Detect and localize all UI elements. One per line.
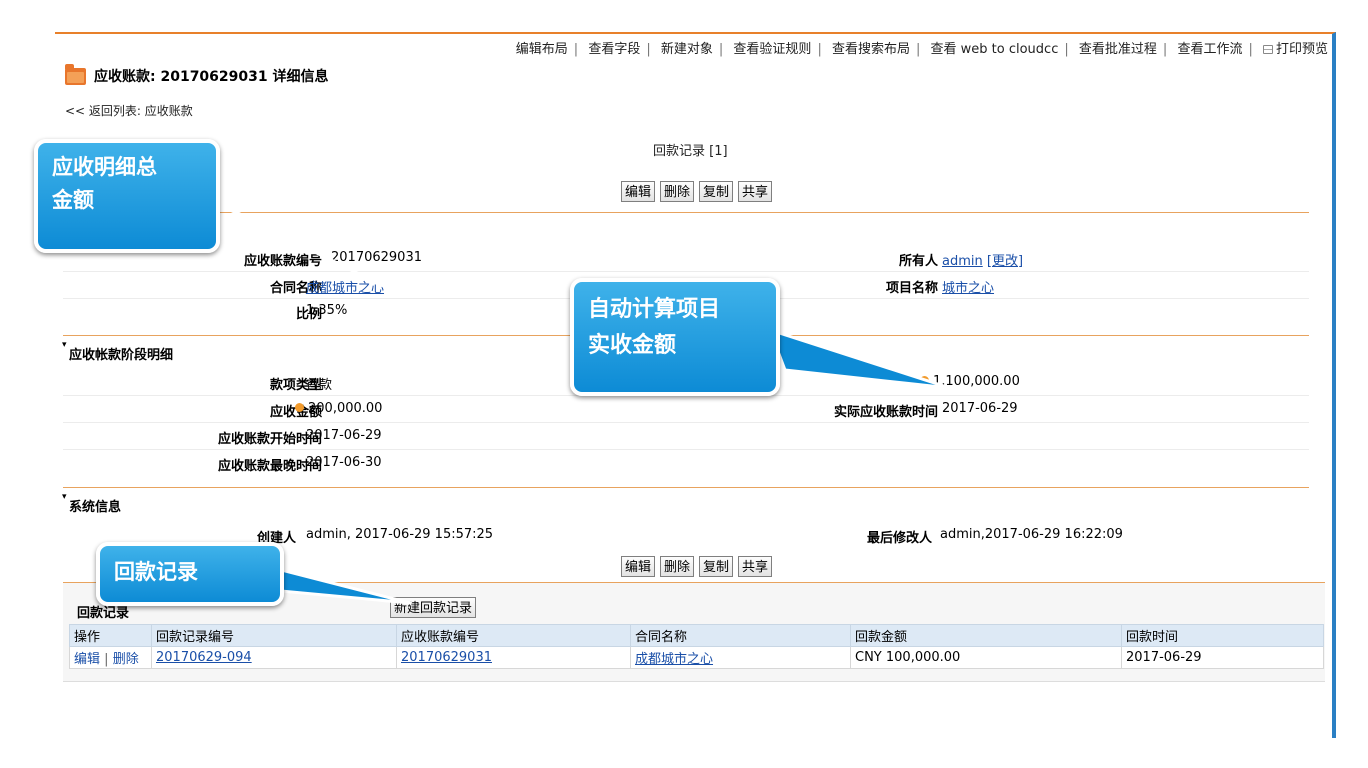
bottom-button-row: 编辑 删除 复制 共享 (621, 556, 773, 577)
row-divider (63, 271, 1309, 272)
row-delete-link[interactable]: 删除 (113, 652, 139, 667)
nav-view-workflow[interactable]: 查看工作流 (1177, 42, 1242, 57)
row-edit-link[interactable]: 编辑 (74, 652, 100, 667)
owner-link[interactable]: admin (942, 254, 983, 269)
ar-number-label: 应收账款编号 (243, 254, 322, 269)
col-date[interactable]: 回款时间 (1121, 624, 1324, 647)
row-divider (63, 449, 1309, 450)
modifier-label: 最后修改人 (866, 531, 932, 546)
table-row: 编辑 | 删除 20170629-094 20170629031 成都城市之心 … (69, 646, 1324, 669)
col-ar-number[interactable]: 应收账款编号 (396, 624, 631, 647)
copy-button[interactable]: 复制 (699, 556, 734, 577)
nav-new-object[interactable]: 新建对象 (661, 42, 713, 57)
nav-view-web-to-cloudcc[interactable]: 查看 web to cloudcc (931, 42, 1059, 57)
nav-view-validation[interactable]: 查看验证规则 (733, 42, 811, 57)
top-nav: 编辑布局 | 查看字段 | 新建对象 | 查看验证规则 | 查看搜索布局 | 查看 web… (515, 42, 1328, 57)
print-icon (1262, 45, 1273, 54)
info-icon[interactable] (295, 403, 304, 412)
row-amount: CNY 100,000.00 (850, 646, 1122, 669)
divider (63, 487, 1309, 488)
row-date: 2017-06-29 (1121, 646, 1324, 669)
row-divider (63, 422, 1309, 423)
edit-button[interactable]: 编辑 (621, 181, 656, 202)
callout-detail-total: 应收明细总 金额 (34, 139, 220, 253)
owner-change-link[interactable]: [更改] (987, 254, 1023, 269)
section-system-info[interactable]: 系统信息 (62, 492, 121, 515)
edit-button[interactable]: 编辑 (621, 556, 656, 577)
payment-records-table: 操作 回款记录编号 应收账款编号 合同名称 回款金额 回款时间 编辑 | 删除 … (69, 624, 1324, 669)
row-actions: 编辑 | 删除 (69, 646, 152, 669)
modifier-value: admin,2017-06-29 16:22:09 (940, 527, 1123, 542)
info-icon[interactable] (920, 376, 929, 385)
ratio-value: 1.35% (306, 303, 348, 318)
project-link[interactable]: 城市之心 (942, 281, 994, 296)
record-number-link[interactable]: 20170629-094 (156, 650, 252, 665)
owner-label: 所有人 (898, 254, 938, 269)
end-time-value: 2017-06-30 (306, 455, 382, 470)
ar-number-value: 20170629031 (331, 250, 422, 265)
creator-value: admin, 2017-06-29 15:57:25 (306, 527, 494, 542)
top-button-row: 编辑 删除 复制 共享 (621, 181, 773, 202)
nav-edit-layout[interactable]: 编辑布局 (516, 42, 568, 57)
share-button[interactable]: 共享 (738, 556, 773, 577)
back-to-list-link[interactable]: << 返回列表: 应收账款 (65, 102, 193, 119)
contract-link[interactable]: 成都城市之心 (635, 652, 713, 667)
project-value: 城市之心 (942, 277, 994, 296)
section-stage-details[interactable]: 应收帐款阶段明细 (62, 340, 173, 363)
copy-button[interactable]: 复制 (699, 181, 734, 202)
folder-icon (65, 63, 86, 85)
project-label: 项目名称 (885, 281, 938, 296)
share-button[interactable]: 共享 (738, 181, 773, 202)
contract-link[interactable]: 成都城市之心 (306, 281, 384, 296)
owner-value: admin [更改] (942, 250, 1023, 269)
nav-view-search-layout[interactable]: 查看搜索布局 (832, 42, 910, 57)
new-payment-record-button[interactable]: 新建回款记录 (390, 597, 477, 618)
delete-button[interactable]: 删除 (660, 181, 695, 202)
row-contract: 成都城市之心 (630, 646, 851, 669)
nav-print-preview[interactable]: 打印预览 (1276, 42, 1328, 57)
page-title: 应收账款: 20170629031 详细信息 (94, 69, 329, 85)
table-header-row: 操作 回款记录编号 应收账款编号 合同名称 回款金额 回款时间 (69, 624, 1324, 647)
row-record-number: 20170629-094 (151, 646, 397, 669)
col-amount[interactable]: 回款金额 (850, 624, 1122, 647)
actual-time-value: 2017-06-29 (942, 401, 1018, 416)
nav-view-fields[interactable]: 查看字段 (588, 42, 640, 57)
row-ar-number: 20170629031 (396, 646, 631, 669)
divider (63, 212, 1309, 213)
actual-amount-value: 1,100,000.00 (918, 374, 1020, 389)
contract-value: 成都城市之心 (306, 277, 384, 296)
related-payment-link[interactable]: 回款记录 [1] (653, 140, 728, 159)
col-record-number[interactable]: 回款记录编号 (151, 624, 397, 647)
payment-type-value: 首款 (306, 378, 333, 393)
actual-time-label: 实际应收账款时间 (833, 405, 938, 420)
ar-number-link[interactable]: 20170629031 (401, 650, 492, 665)
col-contract[interactable]: 合同名称 (630, 624, 851, 647)
delete-button[interactable]: 删除 (660, 556, 695, 577)
callout-payment-records: 回款记录 (96, 542, 284, 606)
start-time-value: 2017-06-29 (306, 428, 382, 443)
amount-due-value: 200,000.00 (293, 401, 382, 416)
nav-view-approval[interactable]: 查看批准过程 (1079, 42, 1157, 57)
col-action: 操作 (69, 624, 152, 647)
title-bar: 应收账款: 20170629031 详细信息 (65, 63, 329, 86)
callout-auto-calc: 自动计算项目 实收金额 (570, 278, 780, 396)
